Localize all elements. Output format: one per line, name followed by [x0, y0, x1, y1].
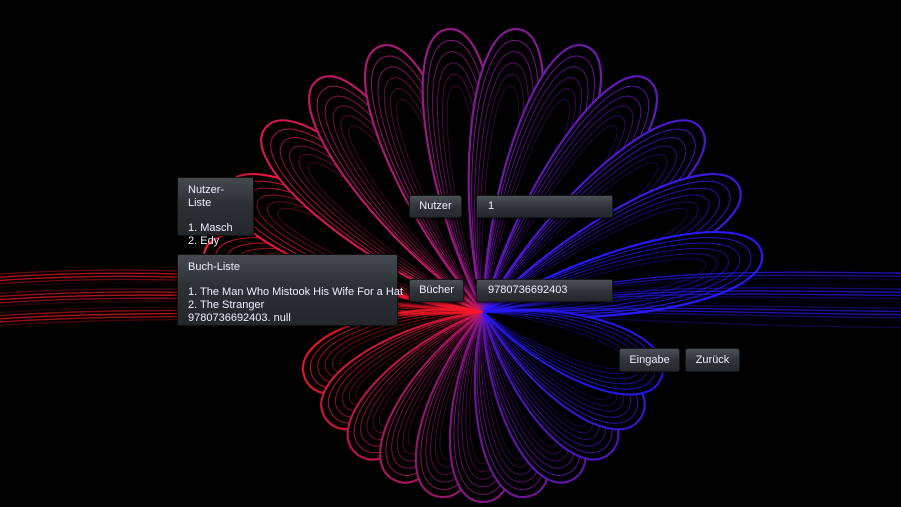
- back-button[interactable]: Zurück: [685, 348, 740, 372]
- user-list-item: 2. Edy: [188, 235, 220, 247]
- book-list-title: Buch-Liste: [188, 261, 240, 273]
- user-list-title: Nutzer-Liste: [188, 184, 225, 209]
- user-id-field[interactable]: 1: [476, 195, 613, 218]
- book-list-item: 1. The Man Who Mistook His Wife For a Ha…: [188, 286, 403, 298]
- book-list-item: 2. The Stranger: [188, 299, 265, 311]
- user-list-panel: Nutzer-Liste 1. Masch 2. Edy: [177, 177, 254, 247]
- background-artwork: [0, 28, 901, 504]
- books-button[interactable]: Bücher: [409, 279, 464, 302]
- submit-button[interactable]: Eingabe: [619, 348, 680, 372]
- users-button[interactable]: Nutzer: [409, 195, 462, 218]
- user-list-item: 1. Masch: [188, 222, 233, 234]
- book-list-panel: Buch-Liste 1. The Man Who Mistook His Wi…: [177, 254, 403, 326]
- isbn-field[interactable]: 9780736692403: [476, 279, 613, 302]
- book-list-item: 9780736692403. null: [188, 312, 291, 324]
